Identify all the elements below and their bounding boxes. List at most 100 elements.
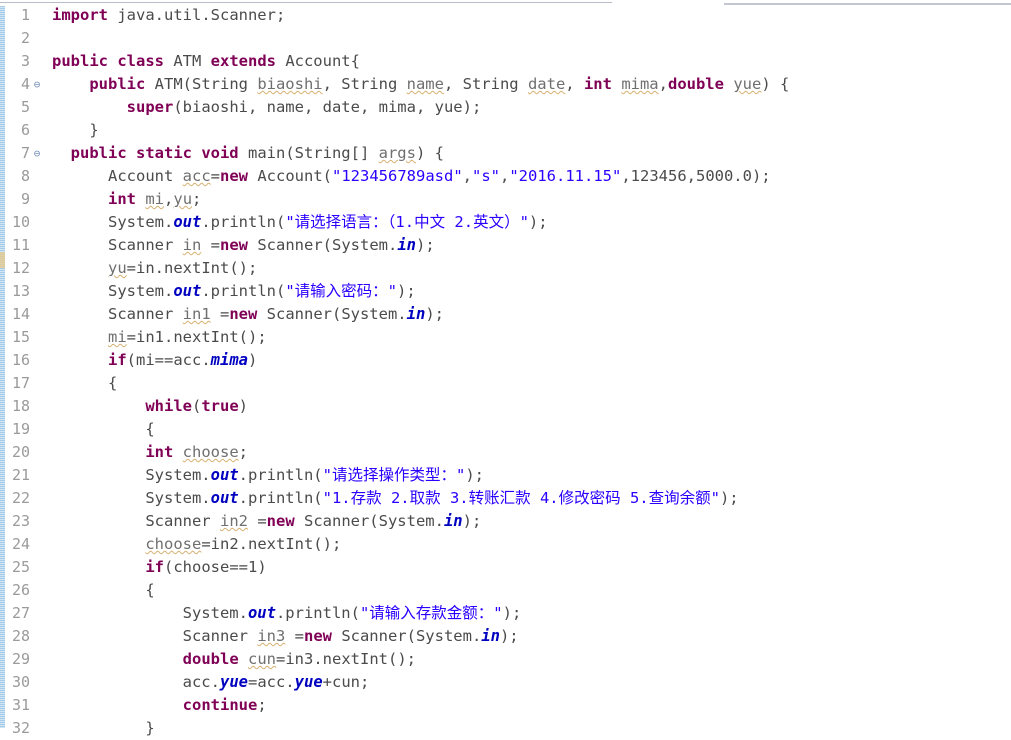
token-pln: ,123456,5000.0); [621, 167, 771, 185]
code-line[interactable]: 23 Scanner in2 =new Scanner(System.in); [0, 510, 1011, 533]
token-pln: ); [719, 489, 739, 507]
code-text[interactable]: if(mi==acc.mima) [44, 349, 257, 372]
token-pln: .println( [238, 466, 323, 484]
code-text[interactable]: double cun=in3.nextInt(); [44, 648, 416, 671]
code-line[interactable]: 13 System.out.println("请输入密码："); [0, 280, 1011, 303]
code-text[interactable]: } [44, 119, 98, 142]
code-line[interactable]: 25 if(choose==1) [0, 556, 1011, 579]
code-line[interactable]: 15 mi=in1.nextInt(); [0, 326, 1011, 349]
code-text[interactable]: int choose; [44, 441, 248, 464]
code-text[interactable]: public ATM(String biaoshi, String name, … [44, 73, 789, 96]
token-fld: in [406, 305, 426, 323]
code-editor[interactable]: 1 import java.util.Scanner; 2 3 public clas… [0, 0, 1011, 740]
token-kw: true [201, 397, 239, 415]
code-line[interactable]: 26 { [0, 579, 1011, 602]
code-line[interactable]: 18 while(true) [0, 395, 1011, 418]
code-text[interactable]: { [44, 372, 117, 395]
code-line[interactable]: 5 super(biaoshi, name, date, mima, yue); [0, 96, 1011, 119]
code-line[interactable]: 20 int choose; [0, 441, 1011, 464]
token-str: "请输入密码：" [285, 282, 397, 300]
line-number: 30 [11, 673, 30, 691]
token-pln [52, 650, 183, 668]
code-text[interactable]: mi=in1.nextInt(); [44, 326, 267, 349]
code-text[interactable]: Scanner in1 =new Scanner(System.in); [44, 303, 444, 326]
code-line[interactable]: 6 } [0, 119, 1011, 142]
code-text[interactable]: while(true) [44, 395, 248, 418]
token-kw: new [220, 167, 248, 185]
line-number: 1 [20, 6, 30, 24]
code-line[interactable]: 16 if(mi==acc.mima) [0, 349, 1011, 372]
token-kw: double [667, 75, 724, 93]
token-kw: public [89, 75, 146, 93]
code-text[interactable]: choose=in2.nextInt(); [44, 533, 341, 556]
code-line[interactable]: 31 continue; [0, 694, 1011, 717]
code-line[interactable]: 22 System.out.println("1.存款 2.取款 3.转账汇款 … [0, 487, 1011, 510]
code-text[interactable]: { [44, 418, 154, 441]
token-pln [52, 397, 145, 415]
token-pln: Account( [248, 167, 332, 185]
code-line[interactable]: 10 System.out.println("请选择语言：（1.中文 2.英文）… [0, 211, 1011, 234]
token-pln: Scanner(System. [294, 512, 444, 530]
code-text[interactable]: Scanner in2 =new Scanner(System.in); [44, 510, 481, 533]
code-text[interactable]: continue; [44, 694, 267, 717]
code-line[interactable]: 27 System.out.println("请输入存款金额："); [0, 602, 1011, 625]
code-line[interactable]: 29 double cun=in3.nextInt(); [0, 648, 1011, 671]
token-pln: ); [415, 236, 435, 254]
code-line[interactable]: 12 yu=in.nextInt(); [0, 257, 1011, 280]
code-text[interactable]: if(choose==1) [44, 556, 266, 579]
code-text[interactable]: System.out.println("请选择语言：（1.中文 2.英文）"); [44, 211, 548, 234]
code-line[interactable]: 11 Scanner in =new Scanner(System.in); [0, 234, 1011, 257]
code-text[interactable]: int mi,yu; [44, 188, 201, 211]
code-text[interactable] [44, 27, 61, 50]
code-text[interactable]: { [44, 579, 154, 602]
code-line[interactable]: 17 { [0, 372, 1011, 395]
code-lines-container[interactable]: 1 import java.util.Scanner; 2 3 public clas… [0, 4, 1011, 740]
code-line[interactable]: 1 import java.util.Scanner; [0, 4, 1011, 27]
fold-toggle-icon[interactable]: ⊖ [30, 142, 44, 165]
code-line[interactable]: 4 ⊖ public ATM(String biaoshi, String nam… [0, 73, 1011, 96]
code-line[interactable]: 28 Scanner in3 =new Scanner(System.in); [0, 625, 1011, 648]
token-pln [52, 696, 183, 714]
code-text[interactable]: } [44, 717, 154, 740]
line-number: 20 [11, 443, 30, 461]
code-text[interactable]: public static void main(String[] args) { [44, 142, 444, 165]
line-number: 31 [11, 696, 30, 714]
token-var: acc [182, 167, 211, 185]
token-pln: = [247, 512, 267, 530]
token-pln [173, 443, 182, 461]
token-kw: new [303, 627, 332, 645]
line-number: 29 [11, 650, 30, 668]
code-text[interactable]: Scanner in =new Scanner(System.in); [44, 234, 435, 257]
fold-toggle-icon[interactable]: ⊖ [30, 73, 44, 96]
code-text[interactable]: System.out.println("请输入密码："); [44, 280, 416, 303]
code-line[interactable]: 14 Scanner in1 =new Scanner(System.in); [0, 303, 1011, 326]
token-pln: System. [52, 604, 248, 622]
code-text[interactable]: System.out.println("1.存款 2.取款 3.转账汇款 4.修… [44, 487, 739, 510]
token-pln: { [52, 374, 118, 392]
code-line[interactable]: 9 int mi,yu; [0, 188, 1011, 211]
code-line[interactable]: 3 public class ATM extends Account{ [0, 50, 1011, 73]
code-line[interactable]: 24 choose=in2.nextInt(); [0, 533, 1011, 556]
code-line[interactable]: 21 System.out.println("请选择操作类型："); [0, 464, 1011, 487]
code-text[interactable]: yu=in.nextInt(); [44, 257, 257, 280]
code-text[interactable]: super(biaoshi, name, date, mima, yue); [44, 96, 482, 119]
code-line[interactable]: 19 { [0, 418, 1011, 441]
code-text[interactable]: acc.yue=acc.yue+cun; [44, 671, 370, 694]
code-line[interactable]: 32 } [0, 717, 1011, 740]
code-line[interactable]: 7 ⊖ public static void main(String[] args… [0, 142, 1011, 165]
code-text[interactable]: import java.util.Scanner; [44, 4, 285, 27]
code-text[interactable]: System.out.println("请选择操作类型："); [44, 464, 484, 487]
token-pln: ATM [163, 52, 211, 70]
code-text[interactable]: Account acc=new Account("123456789asd","… [44, 165, 771, 188]
line-number: 28 [11, 627, 30, 645]
token-pln [724, 75, 733, 93]
code-text[interactable]: System.out.println("请输入存款金额："); [44, 602, 522, 625]
token-pln: Scanner [52, 236, 183, 254]
code-text[interactable]: public class ATM extends Account{ [44, 50, 360, 73]
token-pln [52, 558, 145, 576]
code-text[interactable]: Scanner in3 =new Scanner(System.in); [44, 625, 519, 648]
code-line[interactable]: 30 acc.yue=acc.yue+cun; [0, 671, 1011, 694]
code-line[interactable]: 2 [0, 27, 1011, 50]
token-var: biaoshi [257, 75, 323, 93]
code-line[interactable]: 8 Account acc=new Account("123456789asd"… [0, 165, 1011, 188]
